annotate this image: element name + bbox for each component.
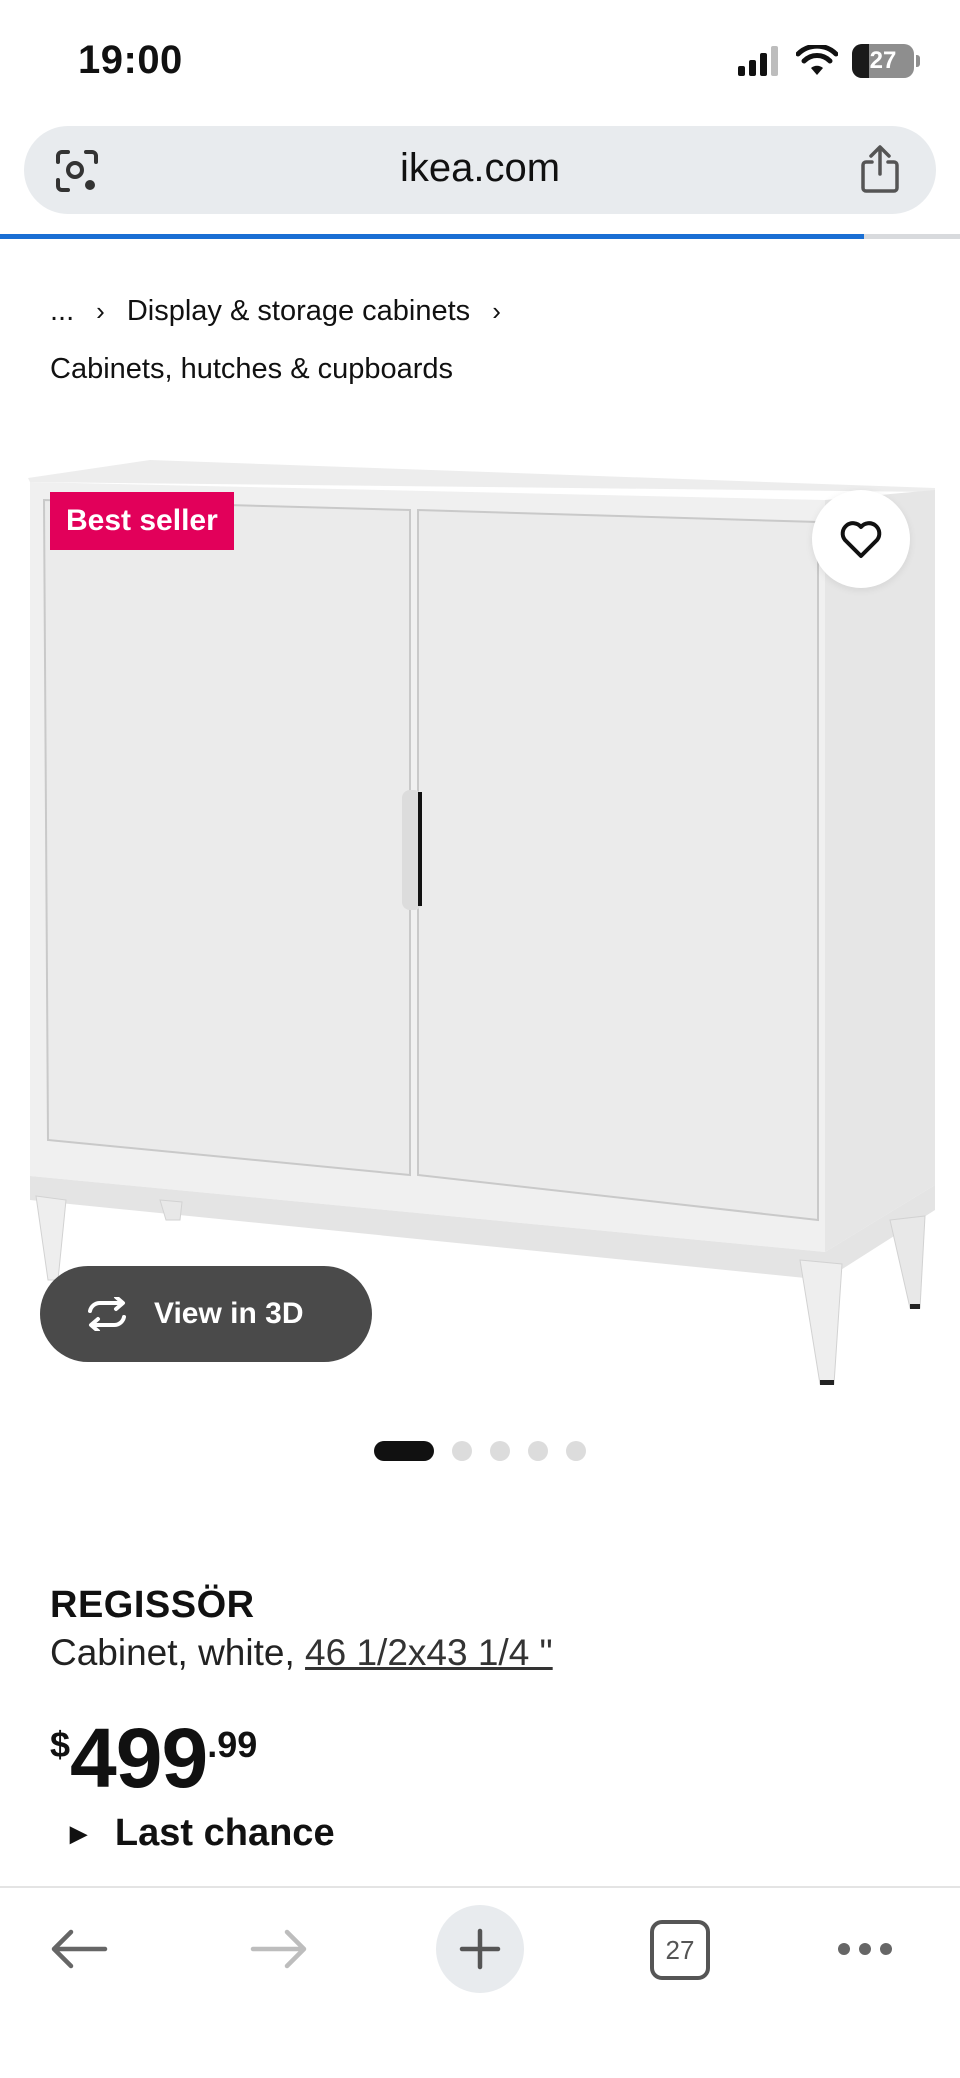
status-bar: 19:00 27 <box>0 0 960 120</box>
tabs-button[interactable]: 27 <box>650 1920 710 1980</box>
carousel-dot[interactable] <box>490 1441 510 1461</box>
back-button[interactable] <box>44 1914 114 1984</box>
product-name: REGISSÖR <box>50 1584 255 1626</box>
breadcrumb-parent[interactable]: Display & storage cabinets <box>127 282 470 340</box>
url-text[interactable]: ikea.com <box>24 146 936 191</box>
view-in-3d-button[interactable]: View in 3D <box>40 1266 372 1362</box>
page-load-progress <box>0 234 960 239</box>
tab-count: 27 <box>665 1934 695 1965</box>
best-seller-badge: Best seller <box>50 492 234 550</box>
battery-icon: 27 <box>852 44 920 78</box>
image-carousel-dots[interactable] <box>0 1441 960 1461</box>
status-time: 19:00 <box>78 38 183 82</box>
carousel-dot[interactable] <box>566 1441 586 1461</box>
availability-label: Last chance <box>114 1812 335 1854</box>
more-icon <box>838 1943 892 1955</box>
cabinet-illustration <box>28 460 935 1385</box>
carousel-dot[interactable] <box>528 1441 548 1461</box>
back-arrow-icon <box>51 1929 108 1969</box>
forward-button[interactable] <box>244 1914 314 1984</box>
battery-level: 27 <box>869 47 897 74</box>
product-image[interactable] <box>0 440 960 1400</box>
plus-icon <box>459 1928 501 1970</box>
rotate-3d-icon <box>88 1297 126 1331</box>
favorite-button[interactable] <box>812 490 910 588</box>
breadcrumb-ellipsis[interactable]: ... <box>50 282 74 340</box>
product-description: Cabinet, white, 46 1/2x43 1/4 " <box>50 1632 553 1674</box>
share-icon[interactable] <box>858 144 902 194</box>
more-button[interactable] <box>830 1914 900 1984</box>
breadcrumb: ... › Display & storage cabinets › Cabin… <box>50 282 501 398</box>
triangle-right-icon: ▶ <box>70 1820 87 1846</box>
forward-arrow-icon <box>250 1929 307 1969</box>
product-type: Cabinet, white, <box>50 1632 295 1673</box>
product-price: $ 499 .99 <box>50 1716 257 1800</box>
breadcrumb-current[interactable]: Cabinets, hutches & cupboards <box>50 340 453 398</box>
chevron-right-icon: › <box>492 296 501 326</box>
product-size-link[interactable]: 46 1/2x43 1/4 " <box>305 1632 553 1673</box>
signal-icon <box>738 46 778 76</box>
address-bar[interactable]: ikea.com <box>24 126 936 214</box>
price-currency: $ <box>50 1724 71 1765</box>
heart-icon <box>840 521 882 558</box>
chevron-right-icon: › <box>96 296 105 326</box>
browser-toolbar: 27 <box>0 1886 960 2078</box>
status-icons: 27 <box>738 44 920 78</box>
price-integer: 499 <box>70 1711 208 1805</box>
view-in-3d-label: View in 3D <box>154 1297 304 1330</box>
wifi-icon <box>796 45 838 75</box>
price-decimal: .99 <box>207 1724 258 1765</box>
new-tab-button[interactable] <box>436 1905 524 1993</box>
carousel-dot[interactable] <box>452 1441 472 1461</box>
last-chance-toggle[interactable]: ▶ Last chance <box>70 1812 335 1855</box>
carousel-dot-active[interactable] <box>374 1441 434 1461</box>
